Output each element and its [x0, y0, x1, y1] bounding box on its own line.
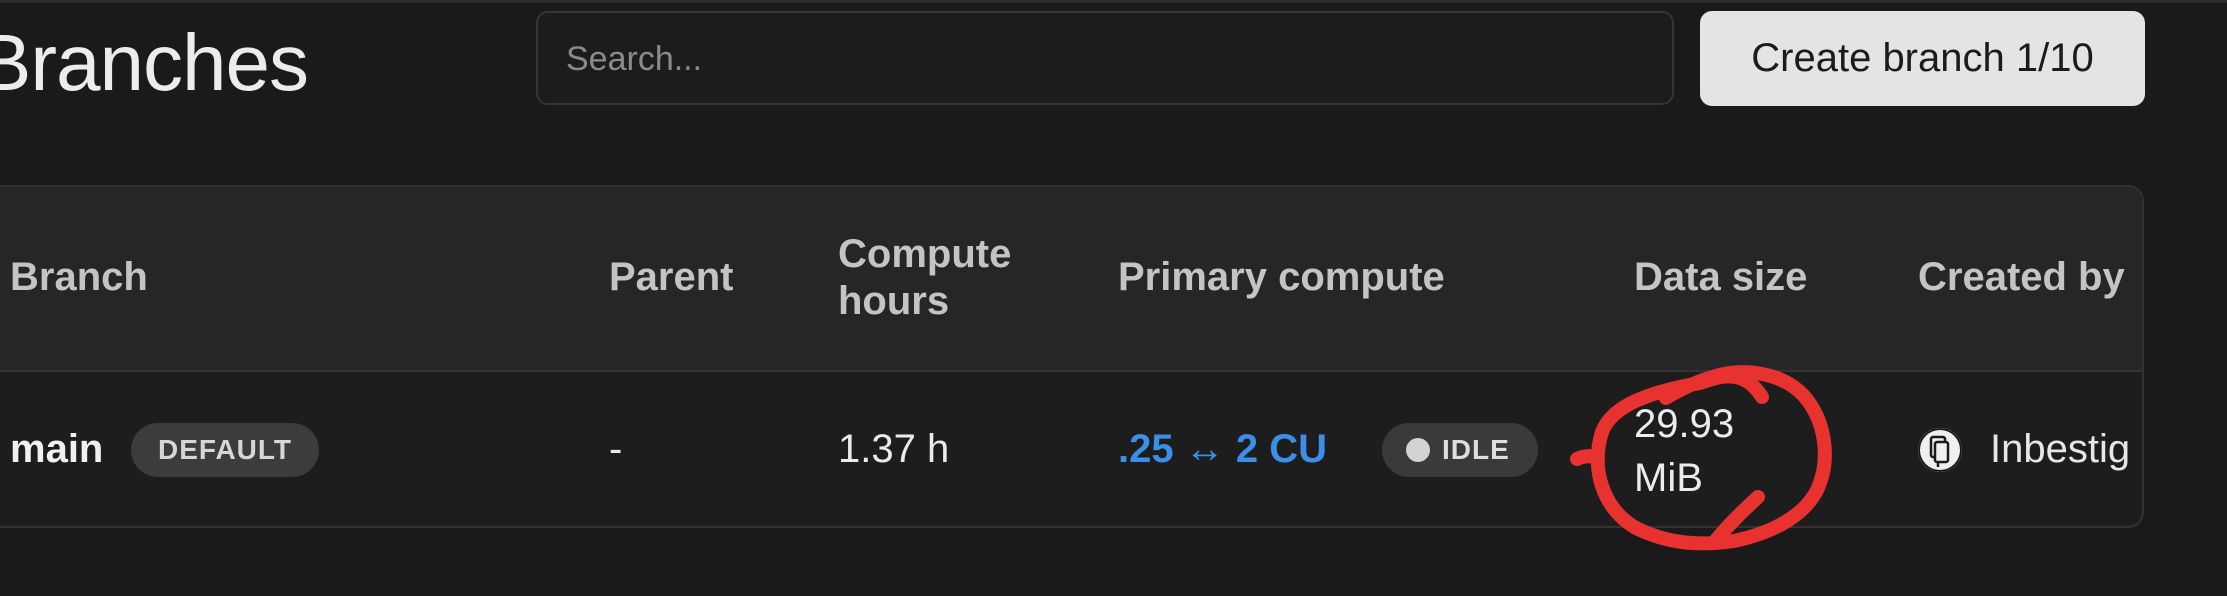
created-by-link[interactable]: Inbestig — [1990, 426, 2130, 473]
compute-status-badge: IDLE — [1382, 423, 1538, 477]
data-size-value: 29.93 MiB — [1634, 402, 1735, 500]
search-field[interactable] — [536, 11, 1674, 105]
column-header-compute-hours[interactable]: Compute hours — [838, 231, 1038, 325]
page-title: Branches — [0, 18, 309, 107]
branch-name-link[interactable]: main — [10, 426, 103, 473]
parent-value: - — [609, 427, 623, 471]
column-header-data-size[interactable]: Data size — [1634, 254, 1807, 301]
create-branch-button[interactable]: Create branch 1/10 — [1700, 11, 2145, 106]
search-input[interactable] — [564, 13, 1648, 105]
top-divider — [0, 0, 2227, 3]
column-header-branch[interactable]: Branch — [10, 254, 148, 301]
status-dot-icon — [1406, 438, 1430, 462]
column-header-created-by[interactable]: Created by — [1918, 254, 2125, 301]
compute-hours-value: 1.37 h — [838, 427, 950, 471]
column-header-primary-compute[interactable]: Primary compute — [1118, 254, 1445, 301]
avatar-icon — [1918, 428, 1962, 472]
table-header: Branch Parent Compute hours Primary comp… — [0, 187, 2142, 372]
branches-table: Branch Parent Compute hours Primary comp… — [0, 185, 2144, 528]
primary-compute-link[interactable]: .25 ↔ 2 CU — [1118, 426, 1327, 473]
compute-status-label: IDLE — [1442, 434, 1510, 465]
default-badge: DEFAULT — [131, 423, 319, 477]
column-header-parent[interactable]: Parent — [609, 254, 734, 301]
